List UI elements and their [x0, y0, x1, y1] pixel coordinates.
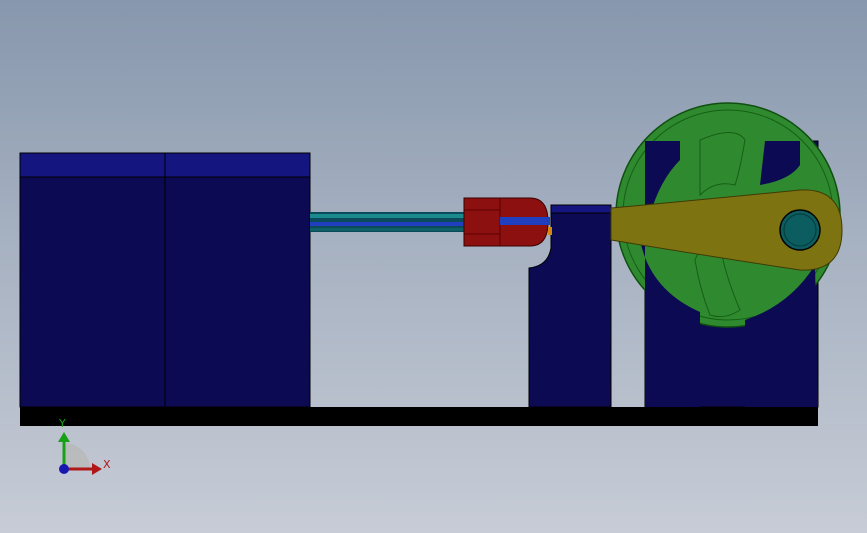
crosshead[interactable]	[463, 197, 552, 247]
y-axis-label: Y	[58, 417, 66, 430]
z-axis-indicator	[59, 464, 69, 474]
3d-viewport[interactable]: Y X	[0, 0, 867, 533]
crank-pin[interactable]	[779, 209, 821, 251]
cad-model-scene[interactable]: Y X	[0, 0, 867, 533]
x-axis-label: X	[103, 458, 111, 471]
y-axis-arrow	[58, 432, 70, 442]
base-plate[interactable]	[20, 407, 818, 426]
triad-plane-indicator	[64, 443, 90, 469]
motor-housing[interactable]	[19, 152, 311, 408]
piston-rod[interactable]	[310, 212, 470, 232]
x-axis-arrow	[92, 463, 102, 475]
